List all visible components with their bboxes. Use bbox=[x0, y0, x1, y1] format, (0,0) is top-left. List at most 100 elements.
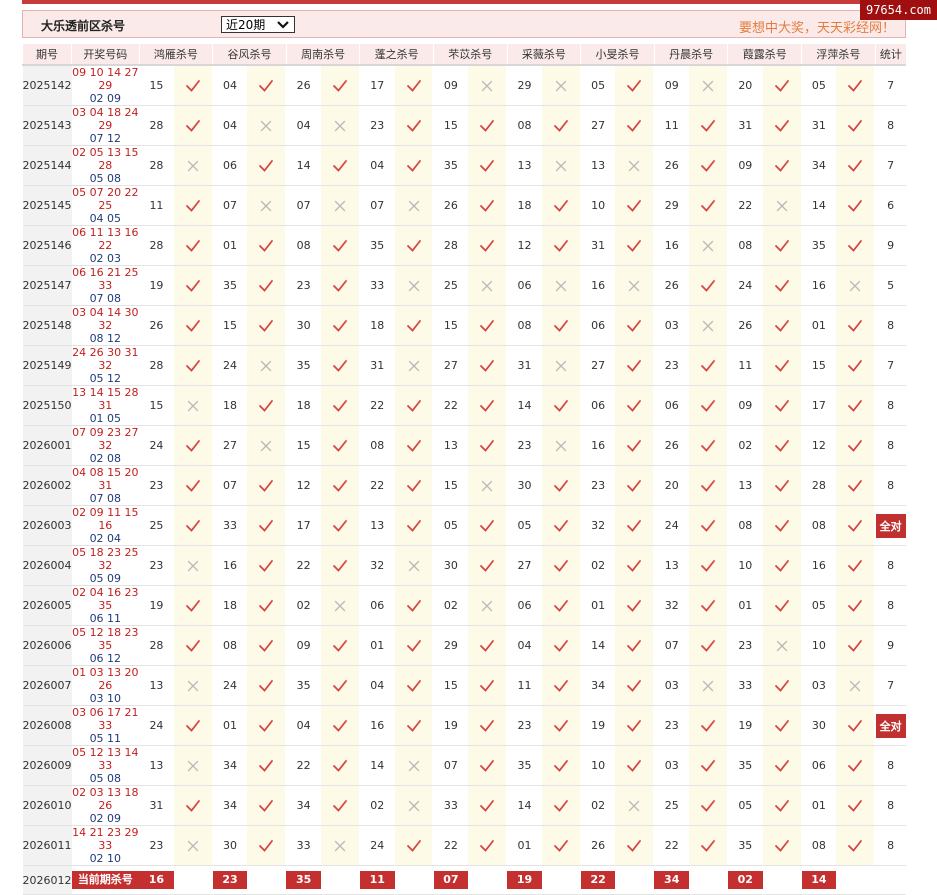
kill-number: 16 bbox=[801, 265, 837, 306]
current-kill-number: 16 bbox=[139, 865, 174, 895]
check-icon bbox=[848, 439, 863, 452]
kill-number: 04 bbox=[286, 105, 322, 146]
draw-numbers-cell: 02 05 13 15 28 05 08 bbox=[71, 145, 140, 186]
cross-icon bbox=[850, 280, 861, 291]
result-mark bbox=[321, 665, 359, 706]
kill-number: 14 bbox=[359, 745, 395, 786]
issue-cell: 2026010 bbox=[22, 785, 72, 826]
result-mark bbox=[615, 785, 654, 826]
period-select[interactable]: 近20期 bbox=[221, 16, 295, 33]
current-issue-cell: 2026012 bbox=[22, 865, 72, 895]
result-mark bbox=[321, 785, 359, 826]
result-mark bbox=[836, 465, 875, 506]
issue-cell: 2025144 bbox=[22, 145, 72, 186]
result-mark bbox=[836, 505, 875, 546]
kill-number: 31 bbox=[139, 785, 174, 826]
kill-number: 08 bbox=[507, 105, 542, 146]
table-row: 2026001 07 09 23 27 32 02 08 24 27 15 08 13 23 16… bbox=[22, 425, 906, 466]
kill-number: 30 bbox=[212, 825, 248, 866]
front-numbers: 02 03 13 18 26 bbox=[72, 786, 139, 812]
kill-number: 01 bbox=[801, 785, 837, 826]
result-mark bbox=[321, 465, 359, 506]
kill-number: 15 bbox=[433, 665, 469, 706]
kill-number: 13 bbox=[359, 505, 395, 546]
check-icon bbox=[333, 399, 347, 412]
check-icon bbox=[848, 719, 863, 732]
check-icon bbox=[333, 359, 347, 372]
result-mark bbox=[321, 145, 359, 186]
cross-icon bbox=[629, 160, 640, 171]
kill-number: 07 bbox=[212, 185, 248, 226]
result-mark bbox=[615, 185, 654, 226]
cross-icon bbox=[261, 120, 272, 131]
kill-number: 09 bbox=[727, 145, 763, 186]
kill-number: 04 bbox=[359, 665, 395, 706]
result-mark bbox=[173, 425, 212, 466]
cross-icon bbox=[334, 120, 346, 131]
front-numbers: 03 06 17 21 33 bbox=[72, 706, 139, 732]
draw-numbers-cell: 02 03 13 18 26 02 09 bbox=[71, 785, 140, 826]
result-mark bbox=[394, 145, 433, 186]
result-mark bbox=[321, 265, 359, 306]
result-mark bbox=[321, 545, 359, 586]
result-mark bbox=[615, 745, 654, 786]
cross-icon bbox=[482, 280, 493, 291]
table-row: 2026006 05 12 18 23 35 06 12 28 08 09 01 29 04 14… bbox=[22, 625, 906, 666]
result-mark bbox=[321, 425, 359, 466]
check-icon bbox=[406, 239, 421, 252]
front-numbers: 04 08 15 20 31 bbox=[72, 466, 139, 492]
kill-number: 32 bbox=[580, 505, 616, 546]
check-icon bbox=[627, 599, 642, 612]
kill-number: 30 bbox=[286, 305, 322, 346]
kill-number: 18 bbox=[212, 585, 248, 626]
cross-icon bbox=[187, 680, 198, 691]
kill-number: 18 bbox=[359, 305, 395, 346]
result-mark bbox=[321, 505, 359, 546]
result-mark bbox=[247, 785, 286, 826]
kill-number: 06 bbox=[359, 585, 395, 626]
table-row: 2025143 03 04 18 24 29 07 12 28 04 04 23 15 08 27… bbox=[22, 105, 906, 146]
check-icon bbox=[627, 239, 642, 252]
front-numbers: 02 04 16 23 35 bbox=[72, 586, 139, 612]
check-icon bbox=[333, 799, 347, 812]
result-mark bbox=[468, 665, 507, 706]
result-mark bbox=[689, 305, 727, 346]
result-mark bbox=[468, 585, 507, 626]
check-icon bbox=[553, 239, 568, 252]
table-row: 2026003 02 09 11 15 16 02 04 25 33 17 13 05 05 32… bbox=[22, 505, 906, 546]
front-numbers: 02 09 11 15 16 bbox=[72, 506, 139, 532]
result-mark bbox=[762, 305, 801, 346]
back-numbers: 02 03 bbox=[89, 252, 122, 265]
result-mark bbox=[173, 705, 212, 746]
result-mark bbox=[615, 225, 654, 266]
current-mark-blank bbox=[836, 865, 875, 895]
kill-number: 35 bbox=[286, 665, 322, 706]
check-icon bbox=[333, 639, 347, 652]
check-icon bbox=[774, 119, 789, 132]
cross-icon bbox=[776, 640, 787, 651]
result-mark bbox=[541, 585, 580, 626]
check-icon bbox=[185, 119, 200, 132]
current-kill-value: 14 bbox=[801, 871, 837, 889]
cross-icon bbox=[629, 800, 640, 811]
result-mark bbox=[762, 425, 801, 466]
result-mark bbox=[541, 545, 580, 586]
kill-number: 30 bbox=[507, 465, 542, 506]
kill-number: 06 bbox=[507, 585, 542, 626]
result-mark bbox=[541, 665, 580, 706]
kill-number: 31 bbox=[507, 345, 542, 386]
kill-number: 08 bbox=[359, 425, 395, 466]
table-row: 2026008 03 06 17 21 33 05 11 24 01 04 16 19 23 19… bbox=[22, 705, 906, 746]
draw-numbers-cell: 02 04 16 23 35 06 11 bbox=[71, 585, 140, 626]
result-mark bbox=[541, 745, 580, 786]
result-mark bbox=[173, 745, 212, 786]
check-icon bbox=[774, 319, 789, 332]
result-mark bbox=[762, 465, 801, 506]
result-mark bbox=[615, 665, 654, 706]
result-mark bbox=[762, 65, 801, 106]
result-mark bbox=[468, 465, 507, 506]
result-mark bbox=[615, 545, 654, 586]
kill-number: 06 bbox=[212, 145, 248, 186]
kill-number: 03 bbox=[654, 305, 690, 346]
front-numbers: 07 09 23 27 32 bbox=[72, 426, 139, 452]
